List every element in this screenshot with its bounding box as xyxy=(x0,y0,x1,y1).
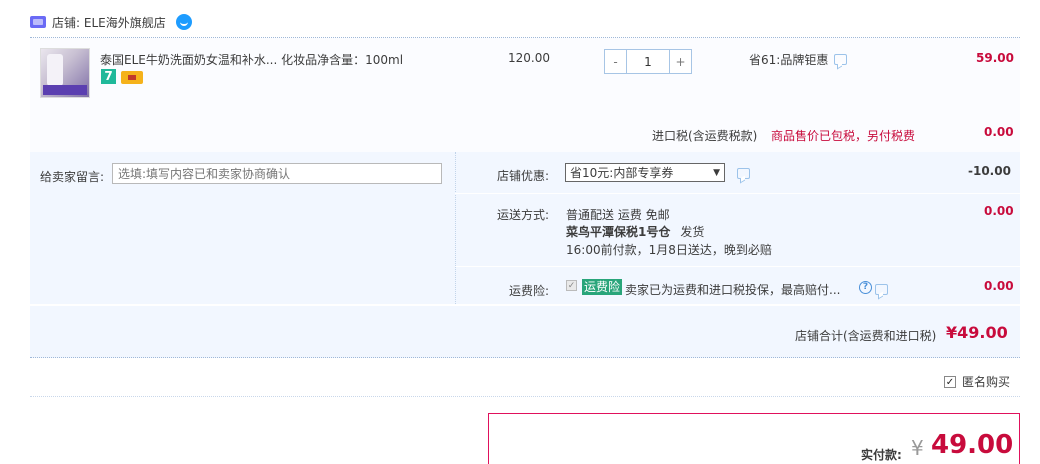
import-tax-label: 进口税(含运费税款) xyxy=(652,129,758,143)
shop-coupon-value: -10.00 xyxy=(968,164,1011,178)
shop-total-label: 店铺合计(含运费和进口税) xyxy=(795,329,937,343)
shop-coupon-select[interactable]: 省10元:内部专享券 ▼ xyxy=(565,163,725,182)
promotion-text: 省61:品牌钜惠 xyxy=(749,53,829,67)
shop-total-value: ¥49.00 xyxy=(946,323,1008,342)
import-tax-note: 商品售价已包税，另付税费 xyxy=(771,129,916,143)
insurance-value: 0.00 xyxy=(984,279,1014,293)
comment-icon[interactable] xyxy=(874,284,888,295)
credit-card-icon xyxy=(121,71,143,84)
item-subtotal: 59.00 xyxy=(976,51,1014,65)
seller-message-input[interactable] xyxy=(112,163,442,184)
import-tax-value: 0.00 xyxy=(984,125,1014,139)
insurance-text: 卖家已为运费和进口税投保，最高赔付... xyxy=(625,283,841,297)
shop-header: 店铺: ELE海外旗舰店 xyxy=(30,12,192,32)
divider xyxy=(30,396,1020,397)
seller-message-label: 给卖家留言: xyxy=(40,170,105,184)
shipping-label: 运送方式: xyxy=(497,208,550,222)
shipping-value: 0.00 xyxy=(984,204,1014,218)
wangwang-chat-icon[interactable] xyxy=(175,14,192,30)
product-title[interactable]: 泰国ELE牛奶洗面奶女温和补水... 化妆品净含量：100ml xyxy=(100,51,403,68)
payment-label: 实付款: xyxy=(861,448,902,462)
item-promotion: 省61:品牌钜惠 xyxy=(749,51,848,68)
coupon-selected-value: 省10元:内部专享券 xyxy=(570,166,674,180)
anonymous-purchase[interactable]: ✓ 匿名购买 xyxy=(944,373,1010,390)
seven-day-return-icon: 7 xyxy=(101,69,116,84)
unit-price: 120.00 xyxy=(508,51,550,65)
shipping-method: 普通配送 运费 免邮 xyxy=(566,208,670,222)
help-icon[interactable]: ? xyxy=(859,281,872,294)
payment-currency: ¥ xyxy=(911,436,924,460)
anonymous-label[interactable]: 匿名购买 xyxy=(962,373,1010,390)
payment-total: 49.00 xyxy=(931,430,1014,460)
shop-badge-icon xyxy=(30,16,46,28)
divider xyxy=(455,193,1020,194)
shipping-eta: 16:00前付款，1月8日送达，晚到必赔 xyxy=(566,243,772,257)
insurance-tag: 运费险 xyxy=(582,279,623,295)
shipping-warehouse: 菜鸟平潭保税1号仓 xyxy=(566,225,671,239)
insurance-label: 运费险: xyxy=(509,284,550,298)
quantity-decrease-button[interactable]: - xyxy=(605,50,626,73)
quantity-stepper: - + xyxy=(604,49,692,74)
comment-icon[interactable] xyxy=(737,168,750,179)
quantity-increase-button[interactable]: + xyxy=(670,50,691,73)
quantity-input[interactable] xyxy=(626,50,670,73)
shop-name[interactable]: 店铺: ELE海外旗舰店 xyxy=(52,14,166,31)
divider xyxy=(455,266,1020,267)
shipping-dispatch: 发货 xyxy=(680,225,705,239)
comment-icon[interactable] xyxy=(834,54,848,65)
insurance-checkbox: ✓ xyxy=(566,280,577,291)
product-thumbnail[interactable] xyxy=(40,48,90,98)
chevron-down-icon: ▼ xyxy=(713,167,720,178)
shipping-warehouse-row: 菜鸟平潭保税1号仓 发货 xyxy=(566,223,704,240)
shop-coupon-label: 店铺优惠: xyxy=(497,169,550,183)
anonymous-checkbox[interactable]: ✓ xyxy=(944,375,956,388)
